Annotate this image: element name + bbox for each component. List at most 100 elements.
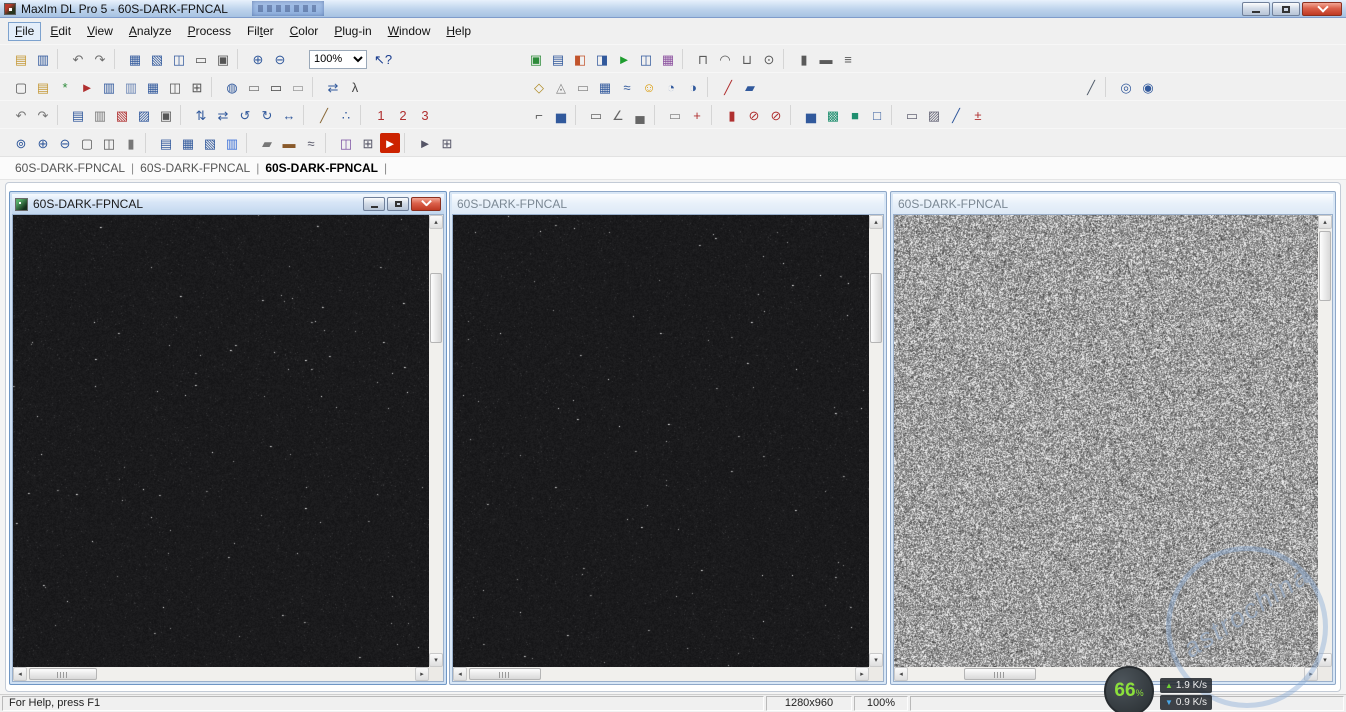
dome-control-icon[interactable]: ◠ — [715, 49, 735, 69]
clone-image-icon[interactable]: ▨ — [134, 105, 154, 125]
horizontal-scroll-thumb[interactable] — [469, 668, 541, 680]
night-vision-icon[interactable]: ▣ — [213, 49, 233, 69]
blue-outline-icon[interactable]: □ — [867, 105, 887, 125]
crop-icon[interactable]: ▣ — [156, 105, 176, 125]
quick-stretch-icon[interactable]: ▧ — [147, 49, 167, 69]
calibration-set-icon[interactable]: 3 — [415, 105, 435, 125]
menu-analyze[interactable]: Analyze — [122, 22, 179, 41]
pie-chart-icon[interactable]: ◔ — [661, 77, 681, 97]
no-calibration-icon[interactable]: ⊘ — [744, 105, 764, 125]
rotator-control-icon[interactable]: ⊙ — [759, 49, 779, 69]
spray-tool-icon[interactable]: ∴ — [336, 105, 356, 125]
screen-stretch-icon[interactable]: ▦ — [125, 49, 145, 69]
curves-tool-icon[interactable]: ≈ — [301, 133, 321, 153]
minimize-button[interactable] — [1242, 2, 1270, 16]
image-canvas-2[interactable] — [453, 215, 869, 667]
telescope-control-icon[interactable]: ⊓ — [693, 49, 713, 69]
vertical-scroll-thumb[interactable] — [870, 273, 882, 343]
alignment-icon[interactable]: ≡ — [838, 49, 858, 69]
child-close-button[interactable] — [411, 197, 441, 211]
zoom-in-tool-icon[interactable]: ⊕ — [33, 133, 53, 153]
menu-color[interactable]: Color — [283, 22, 326, 41]
pointer-mode-icon[interactable]: ► — [415, 133, 435, 153]
dual-view-icon[interactable]: ◫ — [169, 49, 189, 69]
menu-edit[interactable]: Edit — [43, 22, 78, 41]
split-view-icon[interactable]: ◫ — [99, 133, 119, 153]
roller-tool-icon[interactable]: ▬ — [279, 133, 299, 153]
zoom-out-icon[interactable]: ⊖ — [270, 49, 290, 69]
scroll-right-button[interactable]: ▸ — [855, 667, 869, 681]
open-image-icon[interactable]: ▤ — [11, 49, 31, 69]
menu-process[interactable]: Process — [181, 22, 238, 41]
flip-vertical-icon[interactable]: ⇅ — [191, 105, 211, 125]
scroll-left-button[interactable]: ◂ — [894, 667, 908, 681]
vertical-scrollbar[interactable]: ▴ ▾ — [1318, 215, 1332, 667]
measure-tool-icon[interactable]: ╱ — [718, 77, 738, 97]
scroll-left-button[interactable]: ◂ — [13, 667, 27, 681]
tab-3[interactable]: 60S-DARK-FPNCAL — [260, 161, 383, 175]
horizontal-scroll-thumb[interactable] — [964, 668, 1036, 680]
no-tracking-icon[interactable]: ⊘ — [766, 105, 786, 125]
menu-plugin[interactable]: Plug-in — [327, 22, 378, 41]
batch-convert-icon[interactable]: ⇄ — [323, 77, 343, 97]
autosave-icon[interactable]: ◫ — [636, 49, 656, 69]
child-minimize-button[interactable] — [363, 197, 385, 211]
image-window-2-titlebar[interactable]: 60S-DARK-FPNCAL — [452, 194, 884, 214]
rotate-left-icon[interactable]: ↺ — [235, 105, 255, 125]
line-graph-icon[interactable]: ▅ — [551, 105, 571, 125]
vertical-scroll-thumb[interactable] — [430, 273, 442, 343]
close-button[interactable] — [1302, 2, 1342, 16]
focuser-control-icon[interactable]: ⊔ — [737, 49, 757, 69]
vertical-scrollbar[interactable]: ▴ ▾ — [429, 215, 443, 667]
resize-icon[interactable]: ↔ — [279, 105, 299, 125]
run-batch-icon[interactable]: ► — [77, 77, 97, 97]
photo-view-icon[interactable]: ▨ — [924, 105, 944, 125]
horizontal-scrollbar[interactable]: ◂ ▸ — [453, 667, 869, 681]
calibration-2-icon[interactable]: 2 — [393, 105, 413, 125]
file-settings-icon[interactable]: * — [55, 77, 75, 97]
scroll-up-button[interactable]: ▴ — [429, 215, 443, 229]
angle-measure-icon[interactable]: ∠ — [608, 105, 628, 125]
plus-minus-icon[interactable]: ± — [968, 105, 988, 125]
image-set-c-icon[interactable]: ▧ — [200, 133, 220, 153]
green-tiles-icon[interactable]: ▩ — [823, 105, 843, 125]
screen-capture-icon[interactable]: ▭ — [573, 77, 593, 97]
zoom-in-icon[interactable]: ⊕ — [248, 49, 268, 69]
print-preview-icon[interactable]: ▭ — [244, 77, 264, 97]
image-set-b-icon[interactable]: ▦ — [178, 133, 198, 153]
compress-file-icon[interactable]: ◫ — [165, 77, 185, 97]
scroll-up-button[interactable]: ▴ — [1318, 215, 1332, 229]
maximize-button[interactable] — [1272, 2, 1300, 16]
diag-line-icon[interactable]: ╱ — [946, 105, 966, 125]
vertical-scroll-thumb[interactable] — [1319, 231, 1331, 301]
tab-2[interactable]: 60S-DARK-FPNCAL — [135, 161, 255, 175]
accessories-icon[interactable]: ▬ — [816, 49, 836, 69]
pencil-tool-icon[interactable]: ╱ — [314, 105, 334, 125]
slide-view-icon[interactable]: ▭ — [902, 105, 922, 125]
window-tiles-icon[interactable]: ⊞ — [437, 133, 457, 153]
document-view-icon[interactable]: ▭ — [586, 105, 606, 125]
menu-filter[interactable]: Filter — [240, 22, 281, 41]
small-redo-icon[interactable]: ↷ — [33, 105, 53, 125]
image-window-1[interactable]: 60S-DARK-FPNCAL ▴ ▾ ◂ ▸ — [9, 191, 447, 685]
scroll-down-button[interactable]: ▾ — [429, 653, 443, 667]
menu-file[interactable]: File — [8, 22, 41, 41]
tab-1[interactable]: 60S-DARK-FPNCAL — [10, 161, 130, 175]
sphere-view-icon[interactable]: ◑ — [683, 77, 703, 97]
filter-wheel-icon[interactable]: ▦ — [658, 49, 678, 69]
open-folder-icon[interactable]: ▤ — [33, 77, 53, 97]
image-window-2[interactable]: 60S-DARK-FPNCAL ▴ ▾ ◂ ▸ — [449, 191, 887, 685]
color-balance-icon[interactable]: ◎ — [1116, 77, 1136, 97]
grid-view-icon[interactable]: ⊞ — [358, 133, 378, 153]
save-file-icon[interactable]: ▥ — [99, 77, 119, 97]
crosshair-add-icon[interactable]: + — [687, 105, 707, 125]
scroll-right-button[interactable]: ▸ — [415, 667, 429, 681]
save-image-icon[interactable]: ▥ — [33, 49, 53, 69]
screen-fit-icon[interactable]: ▢ — [77, 133, 97, 153]
scroll-down-button[interactable]: ▾ — [1318, 653, 1332, 667]
horizontal-scroll-thumb[interactable] — [29, 668, 97, 680]
annotate-line-icon[interactable]: ╱ — [1081, 77, 1101, 97]
network-speed-widget[interactable]: 66 % — [1104, 666, 1154, 712]
fits-header-icon[interactable]: ⊞ — [187, 77, 207, 97]
camera-temperature-icon[interactable]: ▤ — [548, 49, 568, 69]
